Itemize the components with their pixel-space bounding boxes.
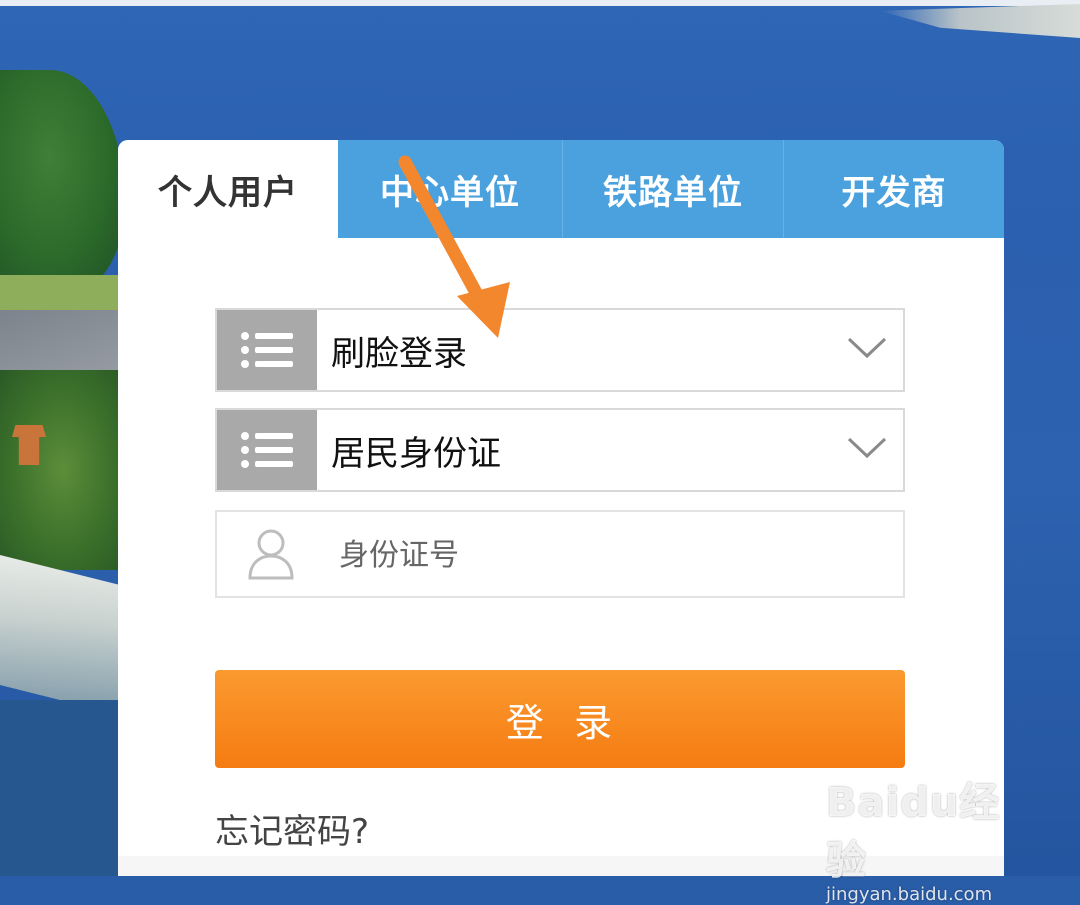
baidu-watermark: Baidu经验 jingyan.baidu.com	[826, 770, 1036, 905]
background-shore	[880, 4, 1080, 38]
background-promenade	[0, 552, 130, 718]
watermark-url: jingyan.baidu.com	[826, 884, 993, 905]
user-icon	[247, 528, 295, 584]
login-button[interactable]: 登 录	[215, 670, 905, 768]
tab-center-unit[interactable]: 中心单位	[338, 140, 562, 238]
id-number-input[interactable]	[337, 526, 881, 584]
background-trees	[0, 370, 125, 570]
id-type-value: 居民身份证	[331, 433, 501, 474]
chevron-down-icon[interactable]	[847, 436, 887, 464]
login-button-label: 登 录	[505, 700, 615, 745]
user-type-tabs: 个人用户 中心单位 铁路单位 开发商	[118, 140, 1004, 238]
background-lawn	[0, 275, 125, 315]
login-panel: 个人用户 中心单位 铁路单位 开发商 刷脸登录 居民身份证 身份证号 登 录 忘…	[118, 140, 1004, 876]
forgot-password-link[interactable]: 忘记密码?	[215, 804, 369, 853]
chevron-down-icon[interactable]	[847, 336, 887, 364]
background-top-strip	[0, 0, 1080, 6]
tab-personal-user[interactable]: 个人用户	[118, 140, 338, 238]
tab-developer[interactable]: 开发商	[784, 140, 1004, 238]
background-water	[0, 700, 125, 876]
list-icon	[217, 310, 317, 390]
background-forest	[0, 70, 125, 290]
list-icon	[217, 410, 317, 490]
login-method-select[interactable]: 刷脸登录	[215, 308, 905, 392]
login-method-value: 刷脸登录	[331, 333, 467, 374]
tab-railway-unit[interactable]: 铁路单位	[563, 140, 783, 238]
watermark-logo: Baidu经验	[826, 780, 1001, 884]
id-type-select[interactable]: 居民身份证	[215, 408, 905, 492]
id-number-field	[215, 510, 905, 598]
